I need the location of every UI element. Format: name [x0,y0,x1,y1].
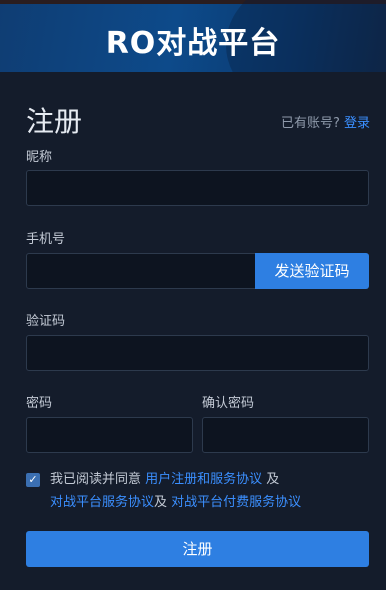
agreement-text-3: 及 [154,495,172,510]
platform-service-agreement-link[interactable]: 对战平台服务协议 [50,495,154,510]
password-label: 密码 [26,396,53,411]
app-header: RO对战平台 [0,0,386,72]
agreement-text-2: 及 [262,472,280,487]
password-input[interactable] [26,417,193,453]
register-form: 注册 已有账号? 登录 昵称 手机号 发送验证码 验证码 密码 确认密码 ✓ 我… [0,72,386,590]
check-icon: ✓ [28,473,38,486]
user-agreement-link[interactable]: 用户注册和服务协议 [145,472,262,487]
phone-label: 手机号 [26,232,66,247]
agreement-text-1: 我已阅读并同意 [50,472,146,487]
login-hint: 已有账号? 登录 [281,112,370,131]
login-link[interactable]: 登录 [344,116,370,131]
app-title: RO对战平台 [105,26,281,61]
register-submit-button[interactable]: 注册 [26,531,369,567]
nickname-label: 昵称 [26,150,53,165]
paid-service-agreement-link[interactable]: 对战平台付费服务协议 [171,495,301,510]
nickname-input[interactable] [26,170,369,206]
code-label: 验证码 [26,314,66,329]
confirm-password-label: 确认密码 [202,396,255,411]
send-code-button[interactable]: 发送验证码 [255,253,369,289]
agreement-text: 我已阅读并同意 用户注册和服务协议 及对战平台服务协议及 对战平台付费服务协议 [50,468,370,514]
login-prompt: 已有账号? [280,116,340,131]
phone-input[interactable] [26,253,256,289]
page-title: 注册 [26,105,83,138]
confirm-password-input[interactable] [202,417,369,453]
verification-code-input[interactable] [26,335,369,371]
agreement-checkbox[interactable]: ✓ [26,473,40,487]
